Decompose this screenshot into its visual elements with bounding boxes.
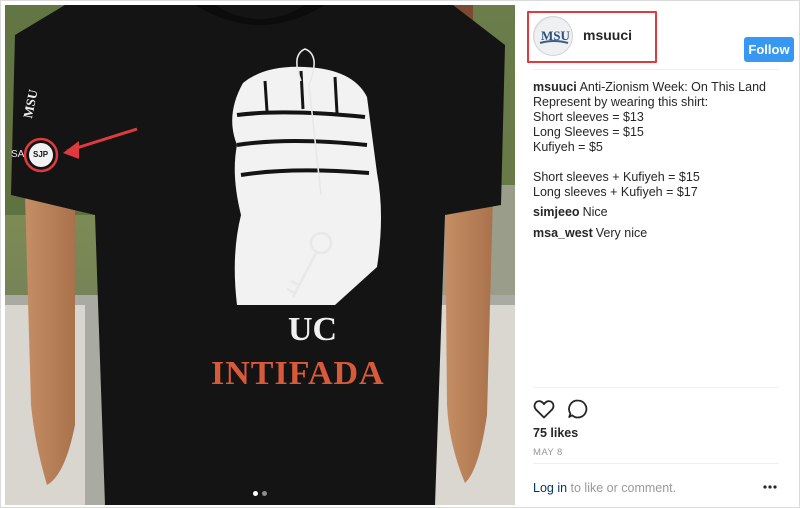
instagram-post: UC INTIFADA MSU SA SJP MSU msuuci Follow…	[0, 0, 800, 508]
post-date: MAY 8	[533, 447, 563, 458]
caption-line: Represent by wearing this shirt:	[533, 95, 709, 109]
carousel-dot[interactable]	[262, 491, 267, 496]
username-highlight	[527, 11, 657, 63]
comment-text: Very nice	[595, 226, 648, 240]
post-photo[interactable]: UC INTIFADA MSU SA SJP	[5, 5, 515, 505]
post-sidebar: MSU msuuci Follow msuuci Anti-Zionism We…	[515, 1, 800, 508]
caption-line: Anti-Zionism Week: On This Land	[579, 80, 766, 94]
shirt-text-intifada: INTIFADA	[211, 355, 385, 392]
post-caption: msuuci Anti-Zionism Week: On This Land R…	[533, 80, 783, 200]
caption-line: Long Sleeves = $15	[533, 125, 644, 139]
likes-count[interactable]: 75 likes	[533, 426, 578, 440]
divider	[533, 69, 779, 70]
photo-illustration: UC INTIFADA MSU SA SJP	[5, 5, 515, 505]
sleeve-patch: SJP	[33, 150, 49, 159]
comment-username[interactable]: msa_west	[533, 226, 593, 240]
carousel-dot[interactable]	[253, 491, 258, 496]
caption-line: Long sleeves + Kufiyeh = $17	[533, 185, 698, 199]
more-options-icon[interactable]	[762, 479, 778, 495]
divider	[533, 463, 779, 464]
caption-line: Kufiyeh = $5	[533, 140, 603, 154]
login-link[interactable]: Log in	[533, 481, 567, 495]
caption-line: Short sleeves + Kufiyeh = $15	[533, 170, 700, 184]
login-prompt: Log in to like or comment.	[533, 481, 676, 495]
divider	[533, 387, 779, 388]
comment-username[interactable]: simjeeo	[533, 205, 580, 219]
comment-text: Nice	[582, 205, 608, 219]
comment-icon[interactable]	[566, 397, 590, 421]
shirt-text-uc: UC	[288, 311, 337, 348]
comment: msa_west Very nice	[533, 226, 647, 240]
carousel-dots	[253, 491, 267, 496]
comment: simjeeo Nice	[533, 205, 608, 219]
follow-button[interactable]: Follow	[744, 37, 794, 62]
heart-icon[interactable]	[532, 397, 556, 421]
caption-line: Short sleeves = $13	[533, 110, 644, 124]
login-suffix: to like or comment.	[567, 481, 677, 495]
caption-username[interactable]: msuuci	[533, 80, 577, 94]
sleeve-text: SA	[11, 149, 25, 160]
